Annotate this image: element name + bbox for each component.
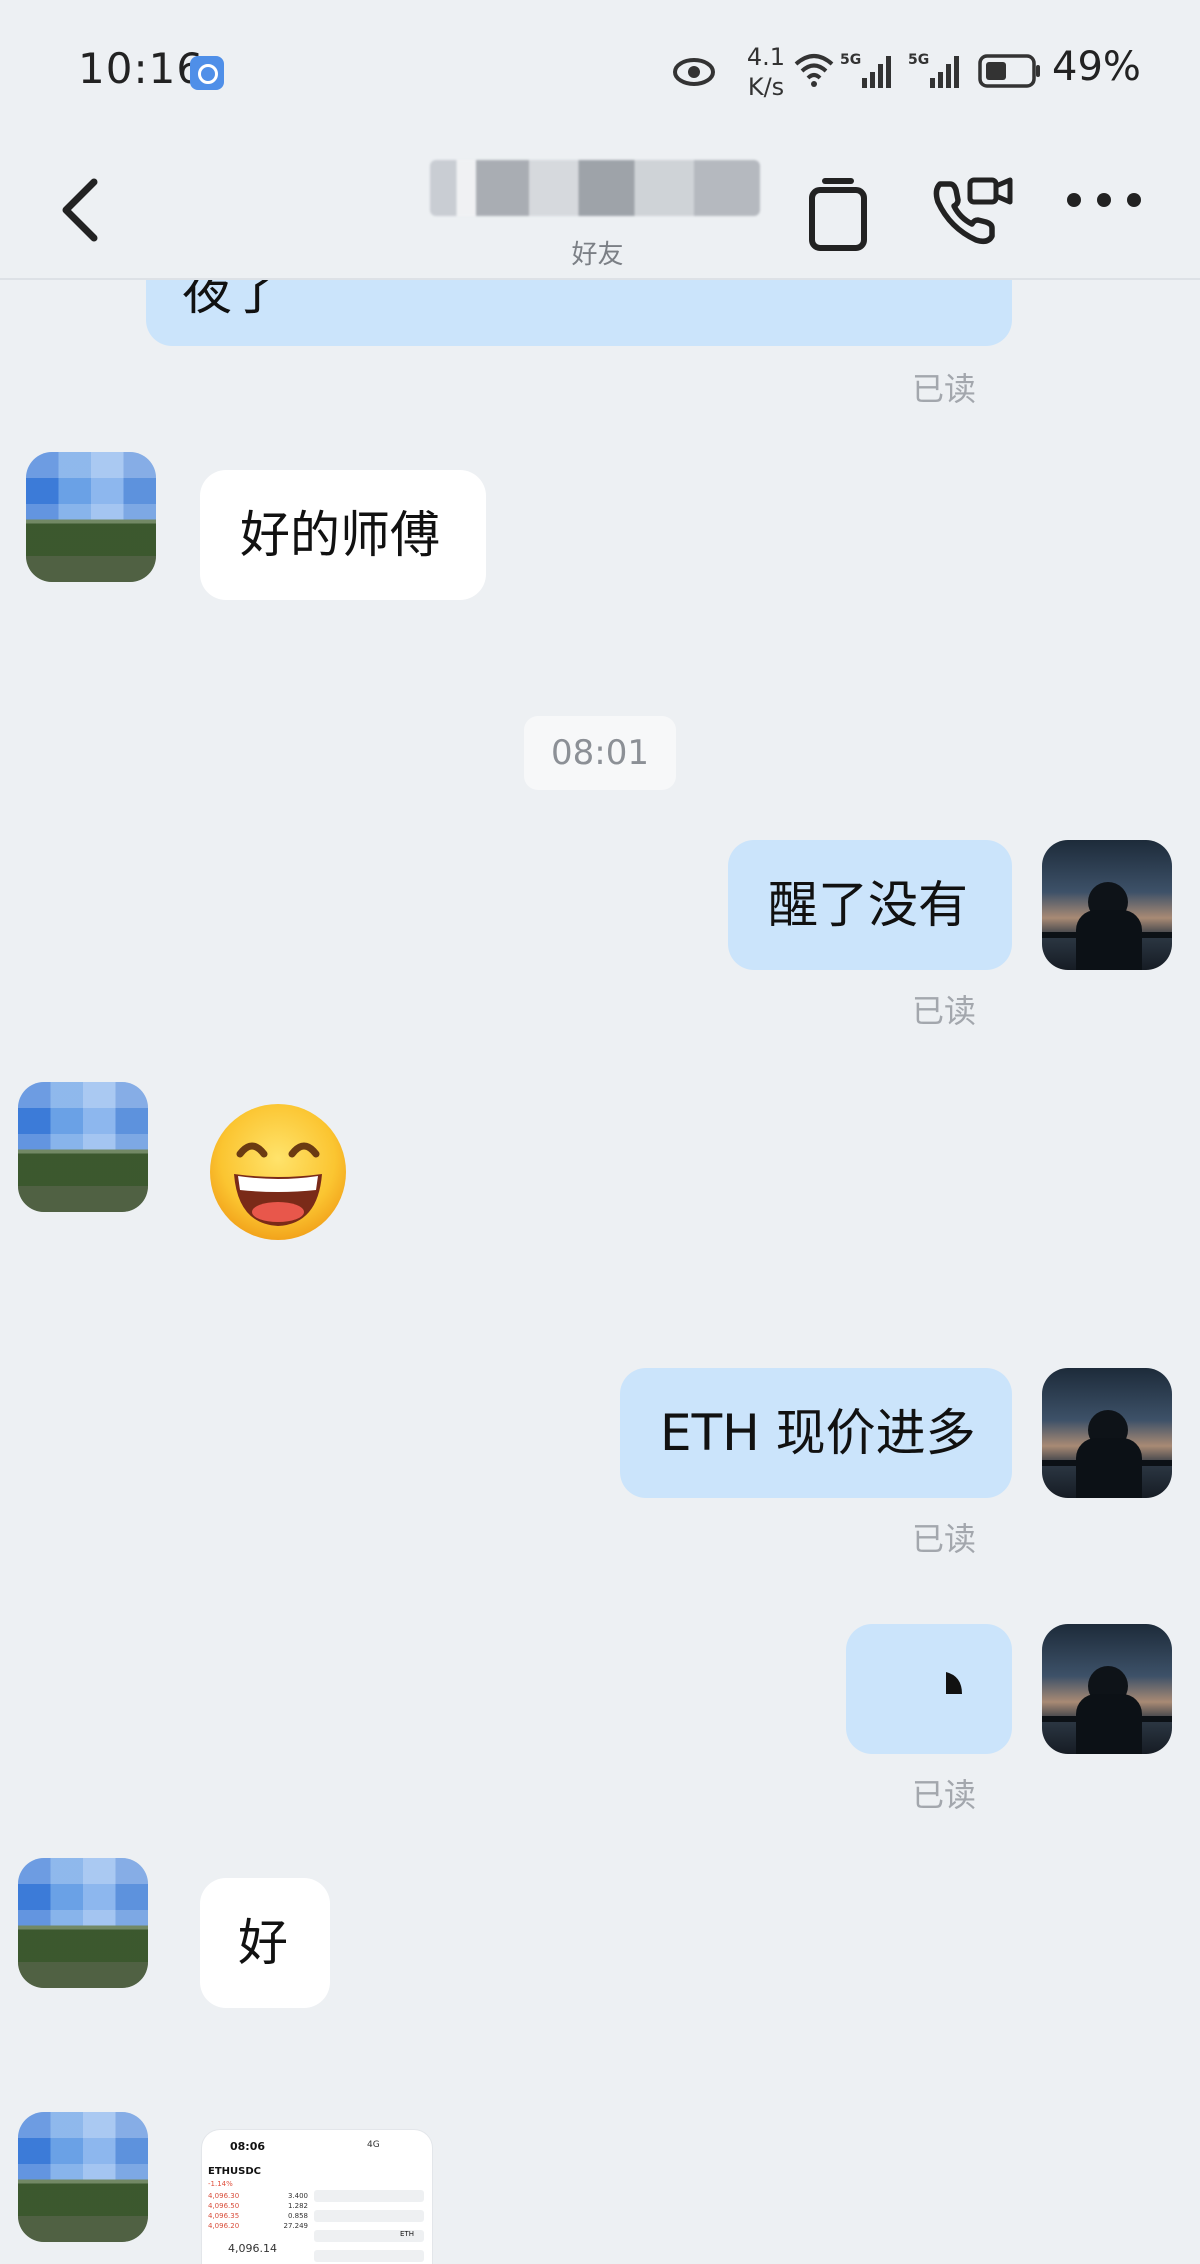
- thumb-row: 4,096.35 0.858: [208, 2212, 308, 2220]
- message-bubble-contact[interactable]: 好的师傅: [200, 470, 486, 600]
- avatar-self[interactable]: [1042, 1368, 1172, 1498]
- status-bar: 10:16 4.1 K/s 5G 5G 49%: [0, 0, 1200, 140]
- app-notification-icon: [190, 56, 224, 90]
- battery-percent: 49%: [1052, 44, 1141, 90]
- net-speed-unit: K/s: [747, 73, 785, 101]
- signal-label: 5G: [840, 52, 861, 68]
- thumb-row: 4,096.30 3.400: [208, 2192, 308, 2200]
- read-status: 已读: [912, 1520, 977, 1558]
- avatar-contact[interactable]: [26, 452, 156, 582]
- chat-subtitle: 好友: [571, 240, 624, 270]
- video-call-icon[interactable]: [930, 170, 1014, 250]
- read-status: 已读: [912, 1776, 977, 1814]
- signal-icon: 5G: [840, 52, 891, 88]
- battery-icon: [978, 54, 1040, 88]
- chat-title-blurred: [430, 160, 760, 216]
- message-bubble-self[interactable]: 醒了没有: [728, 840, 1012, 970]
- image-message-thumbnail[interactable]: 08:06 4G ETHUSDC -1.14% 4,096.30 3.400 4,…: [202, 2130, 432, 2264]
- message-bubble-self[interactable]: 夜了: [146, 280, 1012, 346]
- timestamp-chip: 08:01: [524, 716, 676, 790]
- message-bubble-self[interactable]: [846, 1624, 1012, 1754]
- message-bubble-self[interactable]: ETH 现价进多: [620, 1368, 1012, 1498]
- more-icon[interactable]: [1064, 190, 1144, 210]
- avatar-contact[interactable]: [18, 1082, 148, 1212]
- thumb-pair: ETHUSDC: [208, 2166, 261, 2177]
- message-text: 夜了: [182, 280, 282, 321]
- read-status: 已读: [912, 992, 977, 1030]
- back-button[interactable]: [44, 160, 124, 260]
- avatar-self[interactable]: [1042, 840, 1172, 970]
- message-shape: [946, 1672, 962, 1694]
- signal-icon: 5G: [908, 52, 959, 88]
- eye-icon: [673, 58, 715, 86]
- thumb-asset: ETH: [400, 2230, 414, 2238]
- thumb-orderbook: 4,096.30 3.400 4,096.50 1.282 4,096.35 0.85…: [208, 2192, 308, 2232]
- thumb-row: 4,096.50 1.282: [208, 2202, 308, 2210]
- wifi-icon: [794, 54, 834, 87]
- chat-message-list[interactable]: 夜了 已读 好的师傅 08:01 醒了没有 已读 ETH 现价进多 已读 已读 …: [0, 280, 1200, 2264]
- thumb-time: 08:06: [230, 2140, 266, 2153]
- message-text: 醒了没有: [768, 876, 968, 934]
- status-time: 10:16: [78, 44, 205, 93]
- back-icon: [62, 178, 98, 242]
- thumb-order-panel: [314, 2190, 424, 2264]
- avatar-contact[interactable]: [18, 2112, 148, 2242]
- thumb-row: 4,096.20 27.249: [208, 2222, 308, 2230]
- thumb-price: 4,096.14: [228, 2242, 277, 2255]
- message-text: 好: [238, 1914, 288, 1972]
- avatar-contact[interactable]: [18, 1858, 148, 1988]
- read-status: 已读: [912, 370, 977, 408]
- chat-title-block[interactable]: 好友: [400, 160, 800, 270]
- signal-label: 5G: [908, 52, 929, 68]
- message-text: 好的师傅: [240, 506, 440, 564]
- grinning-face-emoji: [210, 1104, 346, 1240]
- message-bubble-contact[interactable]: 好: [200, 1878, 330, 2008]
- thumb-change: -1.14%: [208, 2180, 233, 2188]
- net-speed-value: 4.1: [746, 43, 786, 71]
- net-speed: 4.1 K/s: [736, 42, 796, 102]
- chat-header: 好友: [0, 140, 1200, 280]
- phone-tab-icon[interactable]: [806, 176, 872, 252]
- avatar-self[interactable]: [1042, 1624, 1172, 1754]
- message-text: ETH 现价进多: [660, 1404, 976, 1462]
- thumb-network: 4G: [367, 2140, 380, 2150]
